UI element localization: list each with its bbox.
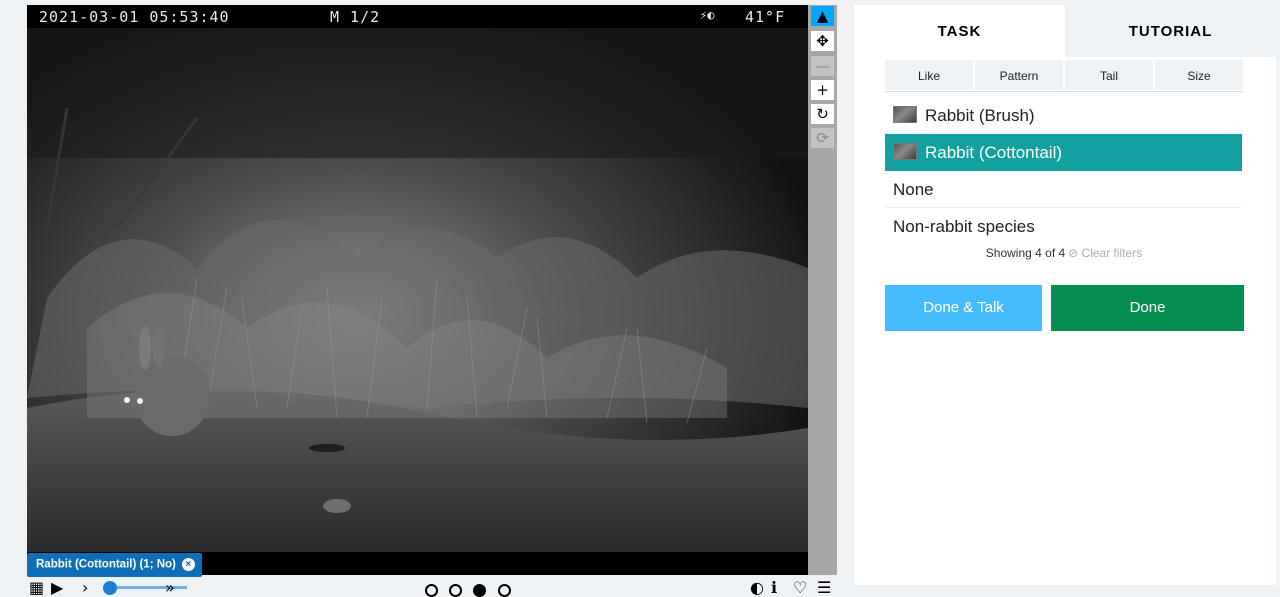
trail-camera-photo[interactable] xyxy=(27,28,808,552)
mark-label-tag[interactable]: Rabbit (Cottontail) (1; No) × xyxy=(27,553,202,577)
tab-tutorial[interactable]: TUTORIAL xyxy=(1065,5,1276,57)
filters-divider xyxy=(885,91,1243,92)
zoom-in-button[interactable]: + xyxy=(811,80,834,100)
moon-phase-icon: ⚡◐ xyxy=(700,8,715,22)
camera-info-bar: 2021-03-01 05:53:40 M 1/2 ⚡◐ 41°F xyxy=(27,5,808,28)
choice-thumbnail xyxy=(893,106,917,123)
camera-datetime: 2021-03-01 05:53:40 xyxy=(39,8,230,26)
pointer-tool-button[interactable]: ▲ xyxy=(811,6,834,26)
camera-temperature: 41°F xyxy=(745,8,786,26)
showing-text: Showing 4 of 4 xyxy=(985,246,1066,260)
minus-icon: — xyxy=(815,57,830,75)
task-panel: TASK TUTORIAL Like Pattern Tail Size Rab… xyxy=(854,5,1276,585)
choice-label: Rabbit (Brush) xyxy=(925,106,1035,125)
done-and-talk-button[interactable]: Done & Talk xyxy=(885,285,1042,331)
viewer-toolbar: ▲ ✥ — + ↻ ⟳ xyxy=(808,5,837,575)
reset-button[interactable]: ⟳ xyxy=(811,128,834,148)
slider-handle[interactable] xyxy=(103,581,117,595)
plus-icon: + xyxy=(816,81,829,99)
choice-none[interactable]: None xyxy=(885,171,1242,208)
choice-non-rabbit-species[interactable]: Non-rabbit species xyxy=(885,208,1242,245)
move-tool-button[interactable]: ✥ xyxy=(811,31,834,51)
characteristic-filters: Like Pattern Tail Size xyxy=(885,60,1243,90)
filter-tail[interactable]: Tail xyxy=(1065,60,1155,90)
choice-label: Non-rabbit species xyxy=(893,217,1035,236)
frame-dot-2[interactable] xyxy=(449,584,462,597)
rotate-button[interactable]: ↻ xyxy=(811,104,834,124)
playback-speed-slider[interactable] xyxy=(117,586,187,589)
showing-count: Showing 4 of 4 ⊘ Clear filters xyxy=(885,246,1243,260)
choice-label: Rabbit (Cottontail) xyxy=(925,143,1063,162)
refresh-icon: ⟳ xyxy=(816,129,829,147)
choice-thumbnail xyxy=(893,143,917,160)
remove-mark-icon[interactable]: × xyxy=(181,558,195,571)
choice-label: None xyxy=(893,180,934,199)
tab-task[interactable]: TASK xyxy=(854,5,1065,57)
zoom-out-button[interactable]: — xyxy=(811,56,834,76)
frame-dot-4[interactable] xyxy=(498,584,511,597)
choice-rabbit-cottontail[interactable]: Rabbit (Cottontail) xyxy=(885,134,1242,171)
frame-controls: ▦ ▶ › » ◐ ℹ ♡ ☰ xyxy=(27,578,837,597)
camera-mode: M 1/2 xyxy=(330,8,381,26)
filter-pattern[interactable]: Pattern xyxy=(975,60,1065,90)
mark-label-text: Rabbit (Cottontail) (1; No) xyxy=(36,558,176,571)
subject-viewer[interactable]: 2021-03-01 05:53:40 M 1/2 ⚡◐ 41°F xyxy=(27,5,808,575)
frame-dot-1[interactable] xyxy=(425,584,438,597)
filter-like[interactable]: Like xyxy=(885,60,975,90)
clear-filters-link[interactable]: ⊘ Clear filters xyxy=(1068,246,1142,260)
rotate-icon: ↻ xyxy=(816,105,829,123)
done-button[interactable]: Done xyxy=(1051,285,1244,331)
filter-size[interactable]: Size xyxy=(1155,60,1243,90)
move-icon: ✥ xyxy=(816,32,829,50)
pointer-icon: ▲ xyxy=(816,7,829,25)
frame-dot-3[interactable] xyxy=(473,584,486,597)
choice-rabbit-brush[interactable]: Rabbit (Brush) xyxy=(885,97,1242,134)
